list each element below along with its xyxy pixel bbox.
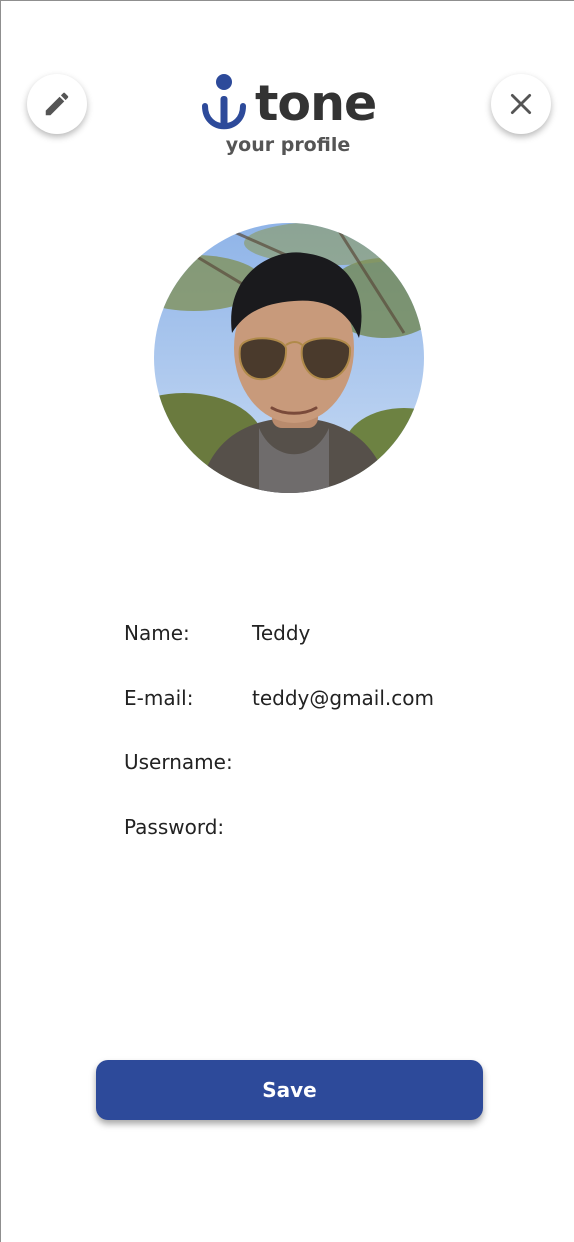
close-icon [510, 93, 532, 115]
name-row: Name: Teddy [124, 621, 434, 686]
profile-photo-image [154, 223, 424, 493]
page-subtitle: your profile [225, 134, 351, 156]
username-row: Username: [124, 750, 434, 815]
email-row: E-mail: teddy@gmail.com [124, 686, 434, 751]
save-button[interactable]: Save [96, 1060, 483, 1120]
name-label: Name: [124, 621, 190, 645]
close-button[interactable] [491, 74, 551, 134]
profile-fields: Name: Teddy E-mail: teddy@gmail.com User… [124, 621, 434, 879]
username-label: Username: [124, 750, 233, 774]
pencil-icon [45, 92, 69, 116]
email-label: E-mail: [124, 685, 194, 710]
password-row: Password: [124, 815, 434, 880]
name-value[interactable]: Teddy [252, 621, 310, 645]
email-value[interactable]: teddy@gmail.com [252, 686, 434, 710]
edit-profile-button[interactable] [27, 74, 87, 134]
password-label: Password: [124, 814, 225, 839]
profile-photo [154, 223, 424, 493]
logo-text: tone [255, 75, 377, 132]
tone-logo: tone [201, 71, 377, 133]
anchor-logo-icon [202, 74, 246, 130]
